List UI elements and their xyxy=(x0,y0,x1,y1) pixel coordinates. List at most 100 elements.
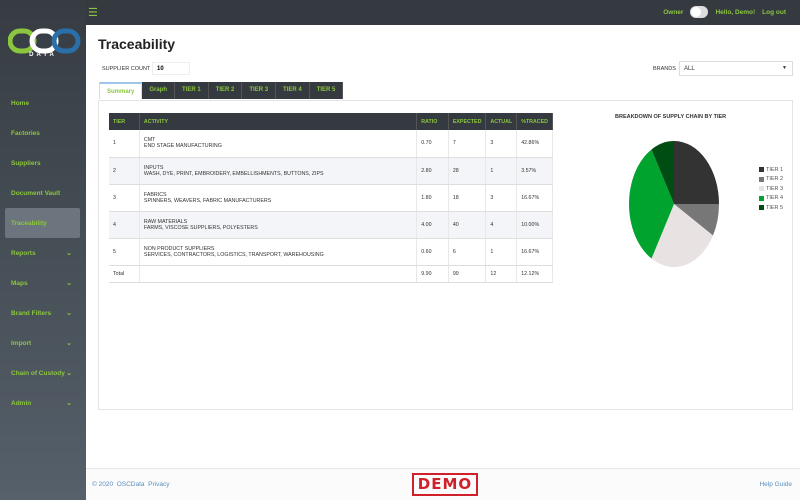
tier-cell: 5 xyxy=(109,238,140,266)
sidebar-item-maps[interactable]: Maps ⌄ xyxy=(5,268,80,298)
ratio-cell: 0.60 xyxy=(416,238,449,266)
pie-chart xyxy=(629,141,719,267)
brands-select[interactable]: ALL ▼ xyxy=(679,61,793,76)
sidebar-nav: Home Factories Suppliers Document Vault Trac… xyxy=(5,88,80,418)
chart-legend: TIER 1 TIER 2 TIER 3 TIER 4 TIER 5 xyxy=(759,165,783,213)
legend-item: TIER 2 xyxy=(759,175,783,185)
tab-tier-3[interactable]: TIER 3 xyxy=(242,82,277,99)
activity-cell: NON PRODUCT SUPPLIERS SERVICES, CONTRACTO… xyxy=(139,238,418,266)
total-expected: 99 xyxy=(448,265,487,283)
logo-text: DATA xyxy=(29,52,57,58)
chevron-down-icon: ⌄ xyxy=(66,400,72,407)
legend-item: TIER 1 xyxy=(759,165,783,175)
legend-swatch xyxy=(759,167,764,173)
dropdown-arrow-icon: ▼ xyxy=(782,65,787,71)
expected-cell: 7 xyxy=(448,130,487,158)
sidebar-item-brand-filters[interactable]: Brand Filters ⌄ xyxy=(5,298,80,328)
tab-summary[interactable]: Summary xyxy=(99,82,143,99)
sidebar-item-label: Document Vault xyxy=(11,189,61,197)
activity-cell: CMT END STAGE MANUFACTURING xyxy=(139,130,418,158)
sidebar-item-label: Reports xyxy=(11,249,36,257)
ratio-cell: 0.70 xyxy=(416,130,449,158)
table-row: 1 CMT END STAGE MANUFACTURING 0.70 7 3 42.86% xyxy=(109,130,553,158)
traceability-table: TIER ACTIVITY RATIO EXPECTED ACTUAL %TRACED 1… xyxy=(109,113,553,283)
page-title: Traceability xyxy=(98,36,176,52)
sidebar-item-chain-of-custody[interactable]: Chain of Custody ⌄ xyxy=(5,358,80,388)
activity-cell: FABRICS SPINNERS, WEAVERS, FABRIC MANUFAC… xyxy=(139,184,418,212)
activity-desc: SERVICES, CONTRACTORS, LOGISTICS, TRANSP… xyxy=(143,251,324,258)
traced-cell: 10.00% xyxy=(516,211,553,239)
sidebar-item-document-vault[interactable]: Document Vault xyxy=(5,178,80,208)
sidebar-item-import[interactable]: Import ⌄ xyxy=(5,328,80,358)
summary-card: TIER ACTIVITY RATIO EXPECTED ACTUAL %TRACED 1… xyxy=(98,100,793,410)
activity-desc: END STAGE MANUFACTURING xyxy=(143,143,222,150)
total-row: Total 9.90 99 12 12.12% xyxy=(109,265,553,283)
sidebar-item-admin[interactable]: Admin ⌄ xyxy=(5,388,80,418)
chevron-down-icon: ⌄ xyxy=(66,250,72,257)
legend-swatch xyxy=(759,176,764,182)
chevron-down-icon: ⌄ xyxy=(66,310,72,317)
greeting: Hello, Demo! xyxy=(715,8,756,16)
empty-cell xyxy=(139,265,418,283)
column-header: TIER xyxy=(109,113,140,130)
tab-tier-1[interactable]: TIER 1 xyxy=(175,82,209,99)
tabs: Summary Graph TIER 1 TIER 2 TIER 3 TIER 4 TIER… xyxy=(99,82,344,99)
sidebar-item-label: Chain of Custody xyxy=(11,369,65,377)
column-header: RATIO xyxy=(416,113,449,130)
traced-cell: 3.57% xyxy=(516,157,553,185)
tab-tier-5[interactable]: TIER 5 xyxy=(309,82,344,99)
column-header: ACTUAL xyxy=(485,113,518,130)
main-content: Traceability SUPPLIER COUNT 10 BRANDS AL… xyxy=(86,25,800,468)
legend-label: TIER 3 xyxy=(766,185,784,192)
column-header: EXPECTED xyxy=(448,113,487,130)
activity-cell: RAW MATERIALS FARMS, VISCOSE SUPPLIERS, P… xyxy=(139,211,418,239)
pie-slice-tier-1[interactable] xyxy=(674,141,719,204)
sidebar-item-label: Factories xyxy=(11,129,40,137)
sidebar-item-factories[interactable]: Factories xyxy=(5,118,80,148)
sidebar-item-traceability[interactable]: Traceability xyxy=(5,208,80,238)
hamburger-menu-icon[interactable]: ☰ xyxy=(88,6,98,19)
owner-toggle[interactable] xyxy=(690,6,709,18)
help-guide-link[interactable]: Help Guide xyxy=(759,481,792,488)
privacy-link[interactable]: Privacy xyxy=(148,481,169,488)
logout-link[interactable]: Log out xyxy=(762,9,786,16)
ratio-cell: 2.80 xyxy=(416,157,449,185)
owner-label: Owner xyxy=(663,8,684,16)
topbar: ☰ Owner Hello, Demo! Log out xyxy=(86,0,800,25)
table-row: 2 INPUTS WASH, DYE, PRINT, EMBROIDERY, EMB… xyxy=(109,157,553,185)
actual-cell: 1 xyxy=(485,238,518,266)
tab-tier-4[interactable]: TIER 4 xyxy=(276,82,310,99)
sidebar-item-suppliers[interactable]: Suppliers xyxy=(5,148,80,178)
brands-value: ALL xyxy=(684,66,695,72)
activity-desc: SPINNERS, WEAVERS, FABRIC MANUFACTURERS xyxy=(143,197,272,204)
legend-item: TIER 3 xyxy=(759,184,783,194)
supplier-count-label: SUPPLIER COUNT xyxy=(102,66,151,72)
traced-cell: 16.67% xyxy=(516,184,553,212)
column-header: ACTIVITY xyxy=(139,113,418,130)
total-ratio: 9.90 xyxy=(416,265,449,283)
company-link[interactable]: OSCData xyxy=(117,481,145,488)
activity-desc: WASH, DYE, PRINT, EMBROIDERY, EMBELLISHM… xyxy=(143,170,324,177)
legend-swatch xyxy=(759,195,764,201)
sidebar-item-label: Traceability xyxy=(11,219,47,227)
total-traced: 12.12% xyxy=(516,265,553,283)
expected-cell: 28 xyxy=(448,157,487,185)
tab-tier-2[interactable]: TIER 2 xyxy=(208,82,243,99)
tab-graph[interactable]: Graph xyxy=(142,82,176,99)
sidebar-item-label: Suppliers xyxy=(11,159,41,167)
supplier-count-field[interactable]: 10 xyxy=(152,62,190,75)
expected-cell: 18 xyxy=(448,184,487,212)
sidebar-item-home[interactable]: Home xyxy=(5,88,80,118)
ratio-cell: 1.80 xyxy=(416,184,449,212)
legend-item: TIER 5 xyxy=(759,203,783,213)
sidebar: DATA Home Factories Suppliers Document Vaul… xyxy=(0,0,86,500)
legend-label: TIER 1 xyxy=(766,166,784,173)
footer: © 2020 OSCData Privacy DEMO Help Guide xyxy=(86,468,800,500)
sidebar-item-label: Brand Filters xyxy=(11,309,52,317)
copyright: © 2020 xyxy=(92,481,114,488)
expected-cell: 6 xyxy=(448,238,487,266)
tier-cell: 2 xyxy=(109,157,140,185)
legend-swatch xyxy=(759,205,764,211)
tier-cell: 3 xyxy=(109,184,140,212)
sidebar-item-reports[interactable]: Reports ⌄ xyxy=(5,238,80,268)
